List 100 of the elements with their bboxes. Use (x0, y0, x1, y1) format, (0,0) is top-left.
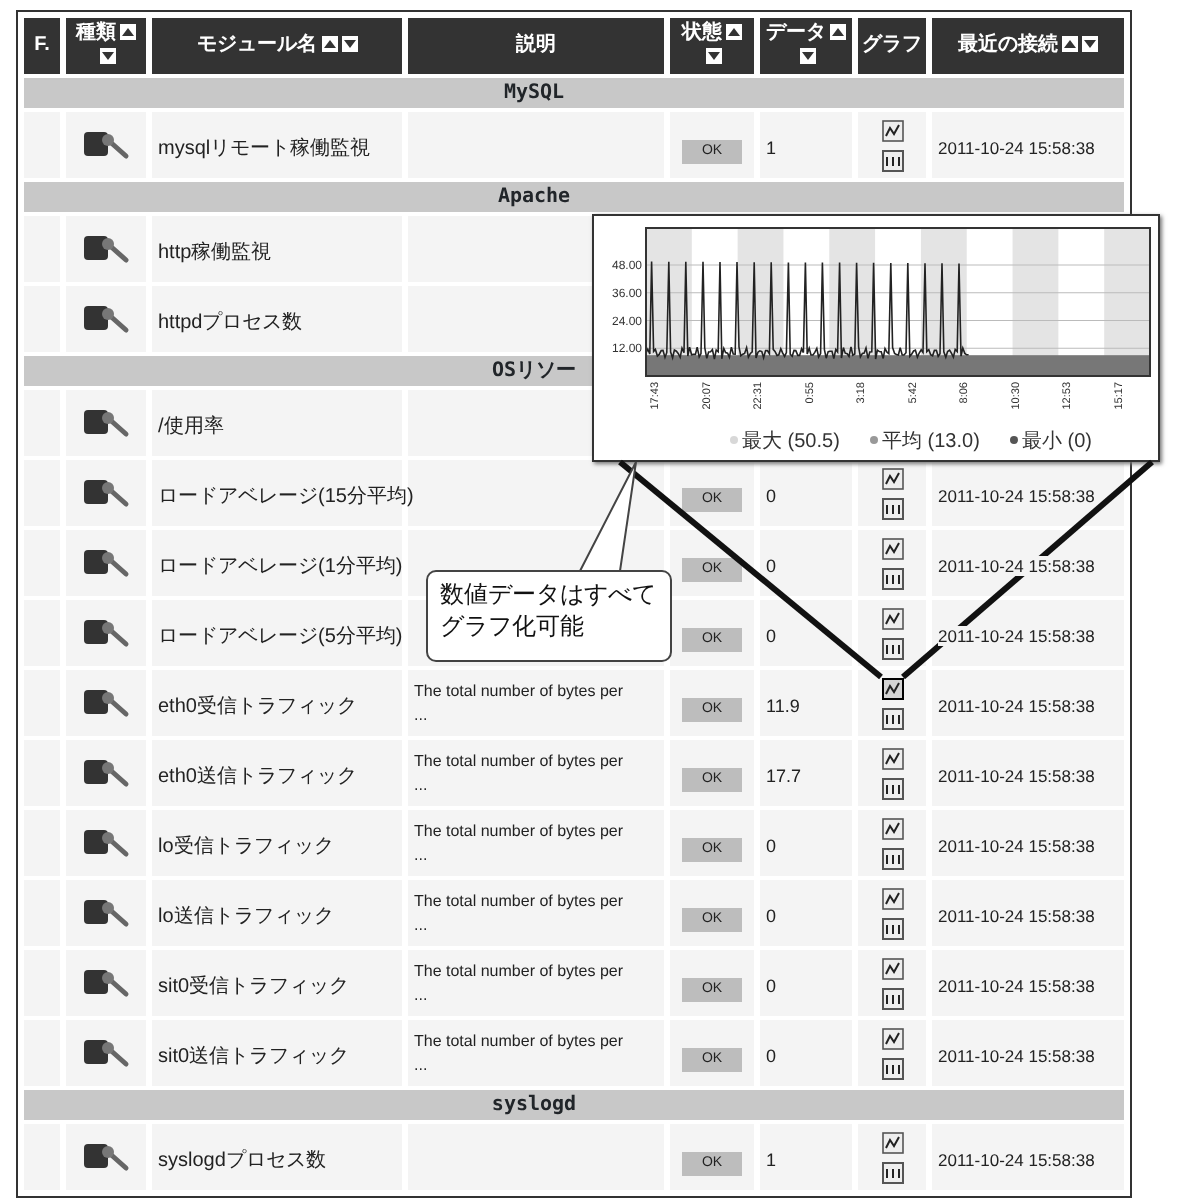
graph-icon[interactable] (881, 119, 903, 141)
data-value: 11.9 (766, 695, 800, 715)
sort-down-icon[interactable] (1082, 36, 1098, 53)
last-contact-time: 2011-10-24 15:58:38 (938, 1045, 1095, 1065)
last-contact-time: 2011-10-24 15:58:38 (938, 905, 1095, 925)
column-header[interactable]: データ (760, 18, 852, 74)
data-value: 0 (766, 485, 777, 505)
module-name[interactable]: syslogdプロセス数 (158, 1149, 326, 1171)
module-wrench-icon (82, 129, 130, 160)
last-contact-time: 2011-10-24 15:58:38 (938, 1149, 1095, 1169)
sort-down-icon[interactable] (706, 48, 722, 65)
module-description: The total number of bytes per ... (414, 960, 625, 1006)
data-value: 0 (766, 625, 777, 645)
raw-data-icon[interactable] (881, 987, 903, 1009)
sort-up-icon[interactable] (830, 24, 846, 41)
module-name[interactable]: eth0受信トラフィック (158, 695, 357, 717)
module-description: The total number of bytes per ... (414, 750, 625, 796)
data-value: 0 (766, 555, 777, 575)
sort-up-icon[interactable] (321, 36, 337, 53)
graph-icon[interactable] (881, 887, 903, 909)
module-wrench-icon (82, 407, 130, 438)
module-description: The total number of bytes per ... (414, 1030, 625, 1076)
module-name[interactable]: /使用率 (158, 415, 224, 437)
graph-icon[interactable] (881, 1027, 903, 1049)
module-wrench-icon (82, 1037, 130, 1068)
column-header[interactable]: 最近の接続 (932, 18, 1124, 74)
graph-icon[interactable] (881, 677, 903, 699)
graph-icon[interactable] (881, 1131, 903, 1153)
column-header: F. (24, 18, 60, 74)
module-wrench-icon (82, 233, 130, 264)
raw-data-icon[interactable] (881, 637, 903, 659)
raw-data-icon[interactable] (881, 567, 903, 589)
last-contact-time: 2011-10-24 15:58:38 (938, 485, 1095, 505)
graph-icon[interactable] (881, 957, 903, 979)
sort-up-icon[interactable] (1062, 36, 1078, 53)
module-wrench-icon (82, 1141, 130, 1172)
data-value: 0 (766, 905, 777, 925)
last-contact-time: 2011-10-24 15:58:38 (938, 975, 1095, 995)
data-value: 0 (766, 975, 777, 995)
column-header: 説明 (408, 18, 664, 74)
module-name[interactable]: ロードアベレージ(1分平均) (158, 555, 403, 577)
module-description: The total number of bytes per ... (414, 820, 625, 866)
module-wrench-icon (82, 897, 130, 928)
group-label: MySQL (503, 82, 565, 104)
legend-label: 最大 (50.5) (742, 431, 840, 453)
graph-icon[interactable] (881, 607, 903, 629)
column-header[interactable]: モジュール名 (152, 18, 402, 74)
sort-up-icon[interactable] (726, 24, 742, 41)
data-value: 0 (766, 835, 777, 855)
module-name[interactable]: sit0受信トラフィック (158, 975, 350, 997)
module-description: The total number of bytes per ... (414, 680, 625, 726)
sort-down-icon[interactable] (341, 36, 357, 53)
column-header[interactable]: 状態 (670, 18, 754, 74)
module-wrench-icon (82, 827, 130, 858)
sort-down-icon[interactable] (800, 48, 816, 65)
legend-label: 平均 (13.0) (882, 431, 980, 453)
module-wrench-icon (82, 303, 130, 334)
last-contact-time: 2011-10-24 15:58:38 (938, 137, 1095, 157)
last-contact-time: 2011-10-24 15:58:38 (938, 625, 1095, 645)
graph-icon[interactable] (881, 747, 903, 769)
module-name[interactable]: ロードアベレージ(15分平均) (158, 485, 414, 507)
module-name[interactable]: mysqlリモート稼働監視 (158, 137, 371, 159)
raw-data-icon[interactable] (881, 1161, 903, 1183)
data-value: 1 (766, 1149, 777, 1169)
raw-data-icon[interactable] (881, 847, 903, 869)
module-wrench-icon (82, 967, 130, 998)
last-contact-time: 2011-10-24 15:58:38 (938, 695, 1095, 715)
module-name[interactable]: lo送信トラフィック (158, 905, 334, 927)
sort-down-icon[interactable] (100, 48, 116, 65)
module-description: The total number of bytes per ... (414, 890, 625, 936)
graph-icon[interactable] (881, 817, 903, 839)
column-header[interactable]: 種類 (66, 18, 146, 74)
last-contact-time: 2011-10-24 15:58:38 (938, 835, 1095, 855)
module-name[interactable]: lo受信トラフィック (158, 835, 334, 857)
module-name[interactable]: http稼働監視 (158, 241, 272, 263)
module-wrench-icon (82, 477, 130, 508)
data-value: 17.7 (766, 765, 802, 785)
last-contact-time: 2011-10-24 15:58:38 (938, 765, 1095, 785)
module-name[interactable]: sit0送信トラフィック (158, 1045, 350, 1067)
last-contact-time: 2011-10-24 15:58:38 (938, 555, 1095, 575)
raw-data-icon[interactable] (881, 1057, 903, 1079)
module-wrench-icon (82, 617, 130, 648)
module-name[interactable]: eth0送信トラフィック (158, 765, 357, 787)
raw-data-icon[interactable] (881, 149, 903, 171)
raw-data-icon[interactable] (881, 497, 903, 519)
module-name[interactable]: ロードアベレージ(5分平均) (158, 625, 403, 647)
raw-data-icon[interactable] (881, 917, 903, 939)
module-name[interactable]: httpdプロセス数 (158, 311, 303, 333)
data-value: 1 (766, 137, 777, 157)
data-value: 0 (766, 1045, 777, 1065)
group-label: syslogd (491, 1094, 577, 1116)
sort-up-icon[interactable] (120, 24, 136, 41)
module-wrench-icon (82, 547, 130, 578)
module-wrench-icon (82, 757, 130, 788)
module-wrench-icon (82, 687, 130, 718)
raw-data-icon[interactable] (881, 777, 903, 799)
graph-icon[interactable] (881, 467, 903, 489)
raw-data-icon[interactable] (881, 707, 903, 729)
group-label: OSリソー (491, 360, 577, 382)
graph-icon[interactable] (881, 537, 903, 559)
